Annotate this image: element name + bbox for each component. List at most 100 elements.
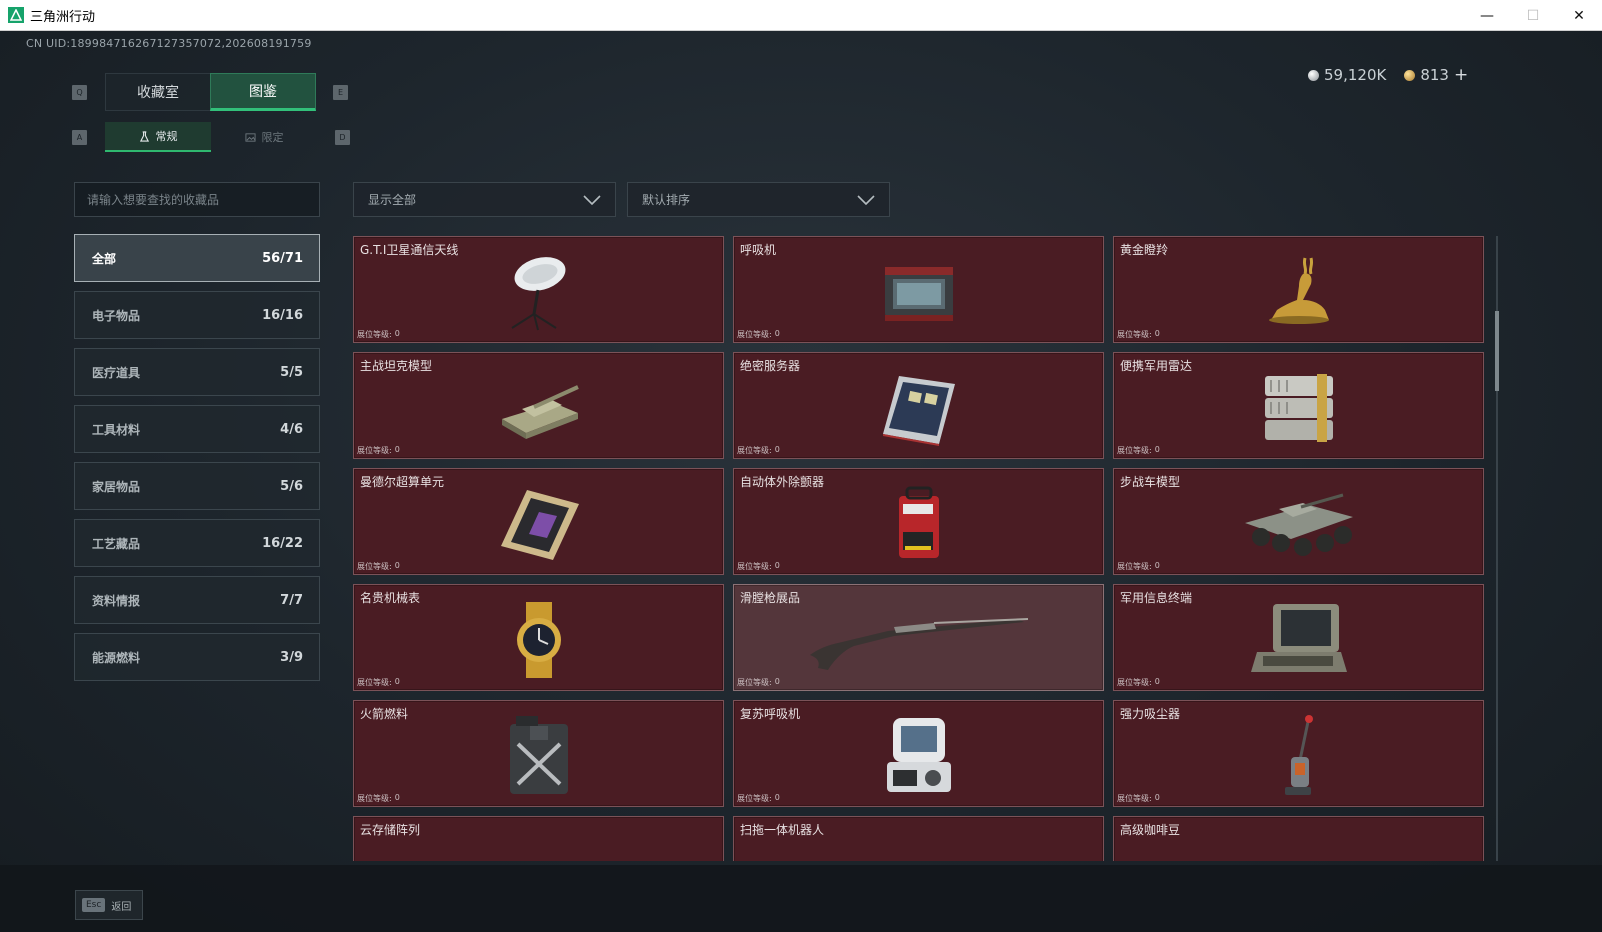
collection-card[interactable]: 名贵机械表 展位等级: 0	[353, 584, 724, 691]
collection-card[interactable]: 滑膛枪展品 展位等级: 0	[733, 584, 1104, 691]
close-button[interactable]: ✕	[1556, 0, 1602, 31]
collection-card[interactable]: G.T.I卫星通信天线 展位等级: 0	[353, 236, 724, 343]
collection-card[interactable]: 主战坦克模型 展位等级: 0	[353, 352, 724, 459]
watch-icon	[504, 600, 574, 680]
tab-catalog[interactable]: 图鉴	[210, 73, 316, 111]
category-tools[interactable]: 工具材料 4/6	[74, 405, 320, 453]
level-label: 展位等级:	[357, 562, 392, 571]
subtab-limited-label: 限定	[261, 131, 284, 144]
item-level: 展位等级: 0	[357, 677, 400, 688]
item-name: 曼德尔超算单元	[360, 475, 445, 489]
category-label: 电子物品	[92, 308, 141, 323]
item-name: 呼吸机	[740, 243, 777, 257]
category-energy[interactable]: 能源燃料 3/9	[74, 633, 320, 681]
chevron-down-icon	[583, 194, 601, 205]
category-count: 5/6	[280, 478, 303, 494]
radar-icon	[1259, 370, 1339, 446]
level-value: 0	[1154, 329, 1160, 338]
level-value: 0	[1154, 445, 1160, 454]
key-hint-e: E	[333, 85, 348, 100]
supercomputer-unit-icon	[497, 486, 581, 562]
maximize-button[interactable]: ☐	[1510, 0, 1556, 31]
collection-card[interactable]: 复苏呼吸机 展位等级: 0	[733, 700, 1104, 807]
category-label: 医疗道具	[92, 365, 141, 380]
category-intel[interactable]: 资料情报 7/7	[74, 576, 320, 624]
item-level: 展位等级: 0	[357, 561, 400, 572]
gold-currency: 813 +	[1404, 65, 1468, 85]
subtab-limited[interactable]: 限定	[211, 122, 317, 152]
level-label: 展位等级:	[737, 562, 772, 571]
level-label: 展位等级:	[1117, 330, 1152, 339]
vacuum-icon	[1279, 713, 1319, 799]
item-name: 便携军用雷达	[1120, 359, 1193, 373]
category-count: 16/16	[262, 307, 303, 323]
collection-card[interactable]: 黄金瞪羚 展位等级: 0	[1113, 236, 1484, 343]
level-value: 0	[394, 677, 400, 686]
level-value: 0	[394, 561, 400, 570]
collection-card[interactable]: 强力吸尘器 展位等级: 0	[1113, 700, 1484, 807]
image-frame-icon	[244, 132, 256, 142]
level-label: 展位等级:	[737, 678, 772, 687]
silver-amount: 59,120K	[1324, 66, 1387, 84]
collection-card[interactable]: 绝密服务器 展位等级: 0	[733, 352, 1104, 459]
add-currency-button[interactable]: +	[1454, 65, 1468, 85]
bottom-bar: Esc 返回	[0, 865, 1602, 932]
category-household[interactable]: 家居物品 5/6	[74, 462, 320, 510]
collection-card[interactable]: 扫拖一体机器人	[733, 816, 1104, 861]
collection-card[interactable]: 曼德尔超算单元 展位等级: 0	[353, 468, 724, 575]
item-level: 展位等级: 0	[357, 793, 400, 804]
fuel-can-icon	[504, 714, 574, 798]
back-label: 返回	[111, 901, 132, 913]
category-crafts[interactable]: 工艺藏品 16/22	[74, 519, 320, 567]
collection-card[interactable]: 云存储阵列	[353, 816, 724, 861]
category-all[interactable]: 全部 56/71	[74, 234, 320, 282]
level-label: 展位等级:	[737, 794, 772, 803]
item-level: 展位等级: 0	[1117, 793, 1160, 804]
ventilator-icon	[879, 257, 959, 327]
tank-model-icon	[494, 373, 584, 443]
currency-bar: 59,120K 813 +	[1308, 65, 1468, 85]
item-level: 展位等级: 0	[1117, 561, 1160, 572]
collection-card[interactable]: 火箭燃料 展位等级: 0	[353, 700, 724, 807]
item-name: 扫拖一体机器人	[740, 823, 825, 837]
level-value: 0	[774, 793, 780, 802]
level-value: 0	[774, 329, 780, 338]
item-name: 自动体外除颤器	[740, 475, 825, 489]
collection-card[interactable]: 自动体外除颤器 展位等级: 0	[733, 468, 1104, 575]
level-value: 0	[394, 329, 400, 338]
collection-card[interactable]: 步战车模型 展位等级: 0	[1113, 468, 1484, 575]
filter-dropdown[interactable]: 显示全部	[353, 182, 616, 217]
search-input[interactable]	[74, 182, 320, 217]
key-hint-d: D	[335, 130, 350, 145]
silver-coin-icon	[1308, 69, 1319, 81]
category-electronics[interactable]: 电子物品 16/16	[74, 291, 320, 339]
collection-card[interactable]: 便携军用雷达 展位等级: 0	[1113, 352, 1484, 459]
item-name: 黄金瞪羚	[1120, 243, 1169, 257]
subtab-regular[interactable]: 常规	[105, 122, 211, 152]
filter-dropdown-value: 显示全部	[368, 193, 417, 207]
collection-card[interactable]: 呼吸机 展位等级: 0	[733, 236, 1104, 343]
category-count: 4/6	[280, 421, 303, 437]
collection-card[interactable]: 军用信息终端 展位等级: 0	[1113, 584, 1484, 691]
item-name: 绝密服务器	[740, 359, 801, 373]
back-button[interactable]: Esc 返回	[75, 890, 143, 920]
item-name: 主战坦克模型	[360, 359, 433, 373]
minimize-button[interactable]: —	[1464, 0, 1510, 31]
sort-dropdown[interactable]: 默认排序	[627, 182, 890, 217]
category-count: 16/22	[262, 535, 303, 551]
category-list: 全部 56/71 电子物品 16/16 医疗道具 5/5 工具材料 4/6 家居物品 5/…	[74, 234, 320, 690]
scrollbar-thumb[interactable]	[1495, 311, 1499, 391]
tab-collection-room[interactable]: 收藏室	[105, 73, 211, 111]
item-name: G.T.I卫星通信天线	[360, 243, 459, 257]
collection-card[interactable]: 高级咖啡豆	[1113, 816, 1484, 861]
app-logo-icon	[8, 7, 24, 23]
defibrillator-icon	[889, 484, 949, 564]
key-hint-a: A	[72, 130, 87, 145]
category-medical[interactable]: 医疗道具 5/5	[74, 348, 320, 396]
esc-key-hint: Esc	[82, 898, 106, 912]
category-label: 资料情报	[92, 593, 141, 608]
satellite-dish-icon	[504, 252, 574, 332]
server-icon	[879, 370, 959, 446]
item-name: 火箭燃料	[360, 707, 409, 721]
sort-dropdown-value: 默认排序	[642, 193, 691, 207]
